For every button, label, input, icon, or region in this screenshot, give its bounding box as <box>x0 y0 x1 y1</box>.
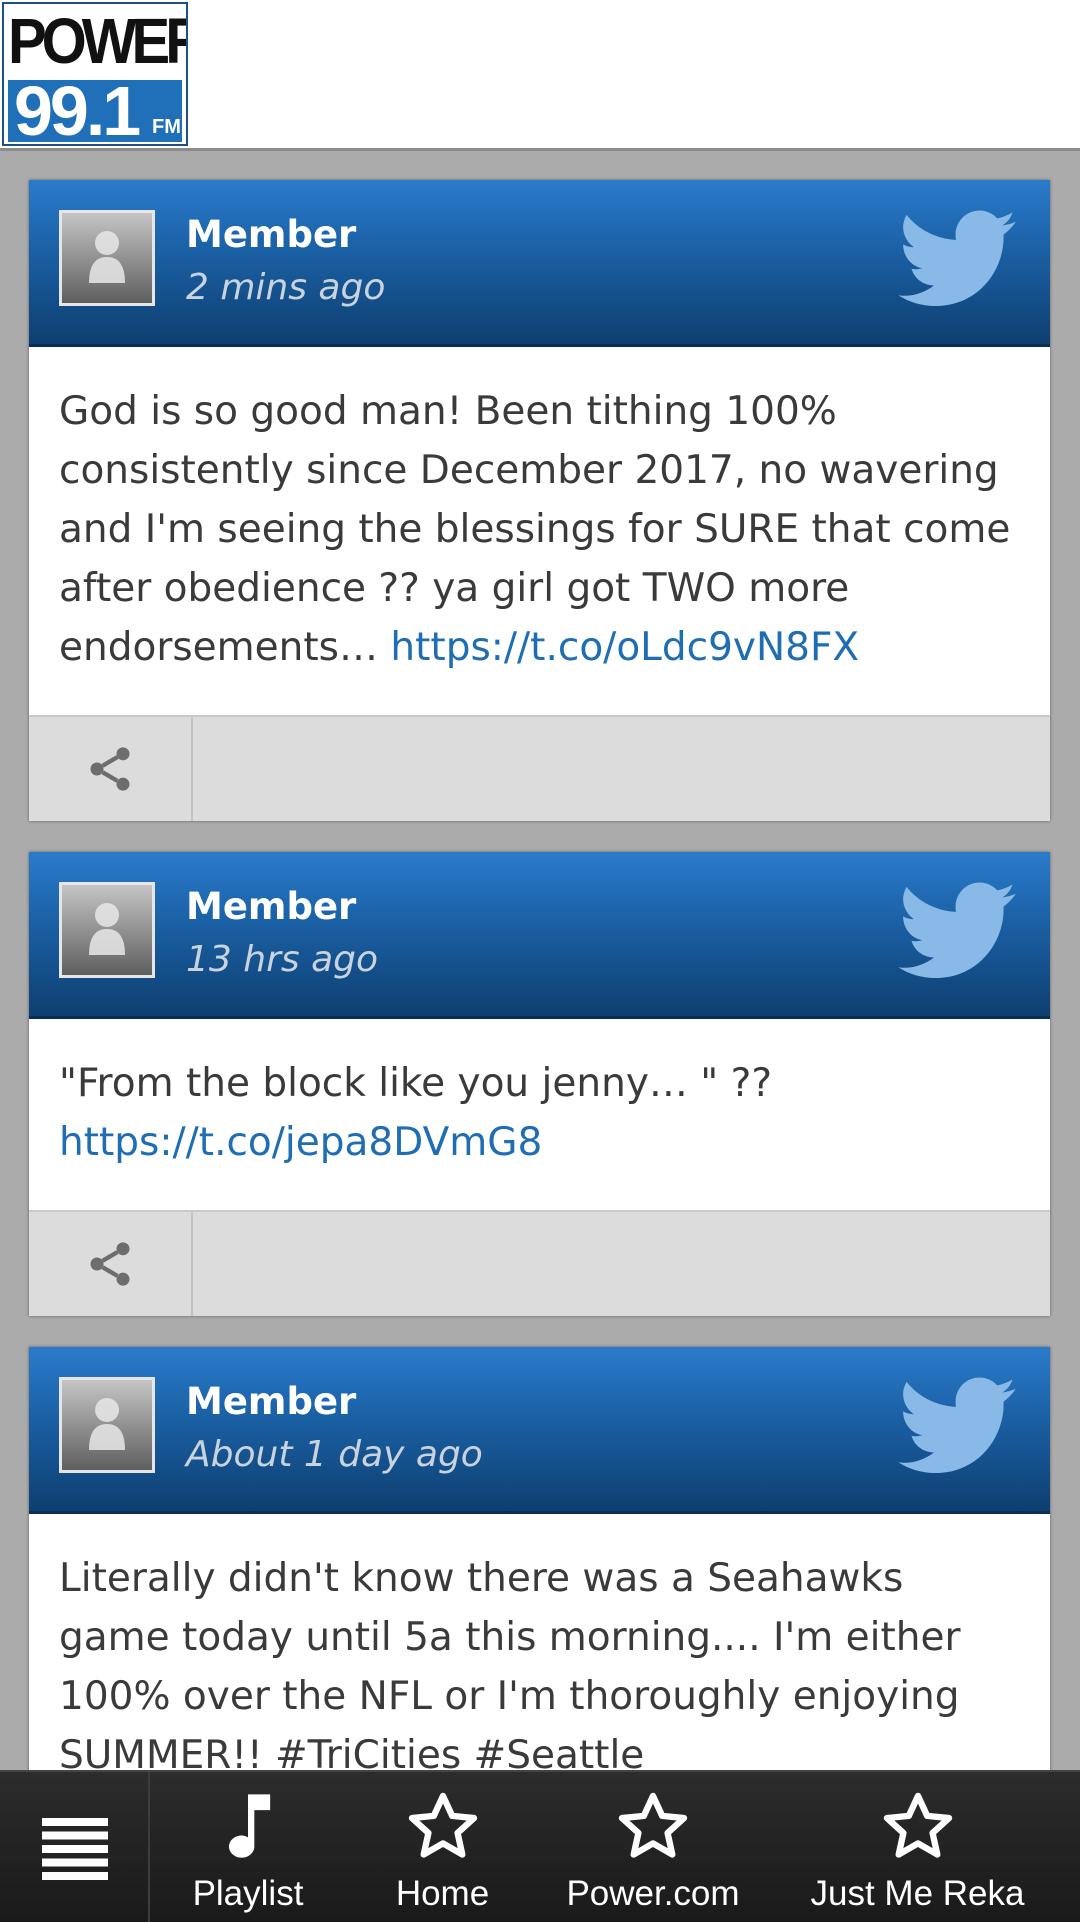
twitter-icon[interactable] <box>898 210 1020 308</box>
nav-label-power-com: Power.com <box>566 1874 740 1913</box>
logo-word: POWER <box>8 5 188 78</box>
post-text: "From the block like you jenny… " ?? <box>59 1061 773 1106</box>
logo-frequency: 99.1 <box>14 72 141 146</box>
twitter-icon[interactable] <box>898 1377 1020 1475</box>
star-icon <box>408 1792 477 1858</box>
share-button[interactable] <box>29 1212 193 1316</box>
post-text: Literally didn't know there was a Seahaw… <box>59 1556 961 1778</box>
menu-icon <box>42 1818 108 1880</box>
share-icon <box>90 747 130 791</box>
nav-item-power-com[interactable]: Power.com <box>548 1772 758 1922</box>
nav-label-home: Home <box>395 1874 490 1913</box>
author-name[interactable]: Member <box>186 882 356 932</box>
card-footer <box>29 715 1050 821</box>
nav-label-just-me-reka: Just Me Reka <box>810 1874 1025 1913</box>
post-timestamp: About 1 day ago <box>186 1434 483 1475</box>
card-header: Member 13 hrs ago <box>29 852 1050 1019</box>
card-header: Member 2 mins ago <box>29 180 1050 347</box>
nav-item-just-me-reka[interactable]: Just Me Reka <box>800 1772 1035 1922</box>
app-header: POWER 99.1 FM <box>0 0 1080 151</box>
share-button[interactable] <box>29 717 193 821</box>
post-body: "From the block like you jenny… " ?? htt… <box>29 1019 1050 1210</box>
nav-label-playlist: Playlist <box>192 1874 304 1913</box>
card-footer <box>29 1210 1050 1316</box>
star-icon <box>618 1792 688 1858</box>
author-name[interactable]: Member <box>186 210 356 260</box>
bottom-nav: Playlist Home Power.com Just Me Reka <box>0 1770 1080 1922</box>
post-timestamp: 2 mins ago <box>186 267 386 308</box>
avatar[interactable] <box>59 1377 155 1473</box>
twitter-icon[interactable] <box>898 882 1020 980</box>
author-name[interactable]: Member <box>186 1377 356 1427</box>
avatar[interactable] <box>59 210 155 306</box>
person-icon <box>89 903 125 955</box>
card-header: Member About 1 day ago <box>29 1347 1050 1514</box>
feed-card: Member 13 hrs ago "From the block like y… <box>29 852 1050 1316</box>
menu-button[interactable] <box>0 1772 150 1922</box>
logo-fm: FM <box>152 116 181 138</box>
person-icon <box>89 1398 125 1450</box>
post-timestamp: 13 hrs ago <box>186 939 379 980</box>
music-note-icon <box>229 1794 271 1858</box>
feed-card: Member 2 mins ago God is so good man! Be… <box>29 180 1050 821</box>
person-icon <box>89 231 125 283</box>
avatar[interactable] <box>59 882 155 978</box>
nav-item-home[interactable]: Home <box>370 1772 515 1922</box>
share-icon <box>90 1242 130 1286</box>
post-link[interactable]: https://t.co/oLdc9vN8FX <box>390 625 859 670</box>
star-icon <box>883 1792 952 1858</box>
post-body: God is so good man! Been tithing 100% co… <box>29 347 1050 715</box>
nav-item-playlist[interactable]: Playlist <box>178 1772 318 1922</box>
feed-card: Member About 1 day ago Literally didn't … <box>29 1347 1050 1823</box>
post-link[interactable]: https://t.co/jepa8DVmG8 <box>59 1120 542 1165</box>
station-logo[interactable]: POWER 99.1 FM <box>2 2 188 146</box>
